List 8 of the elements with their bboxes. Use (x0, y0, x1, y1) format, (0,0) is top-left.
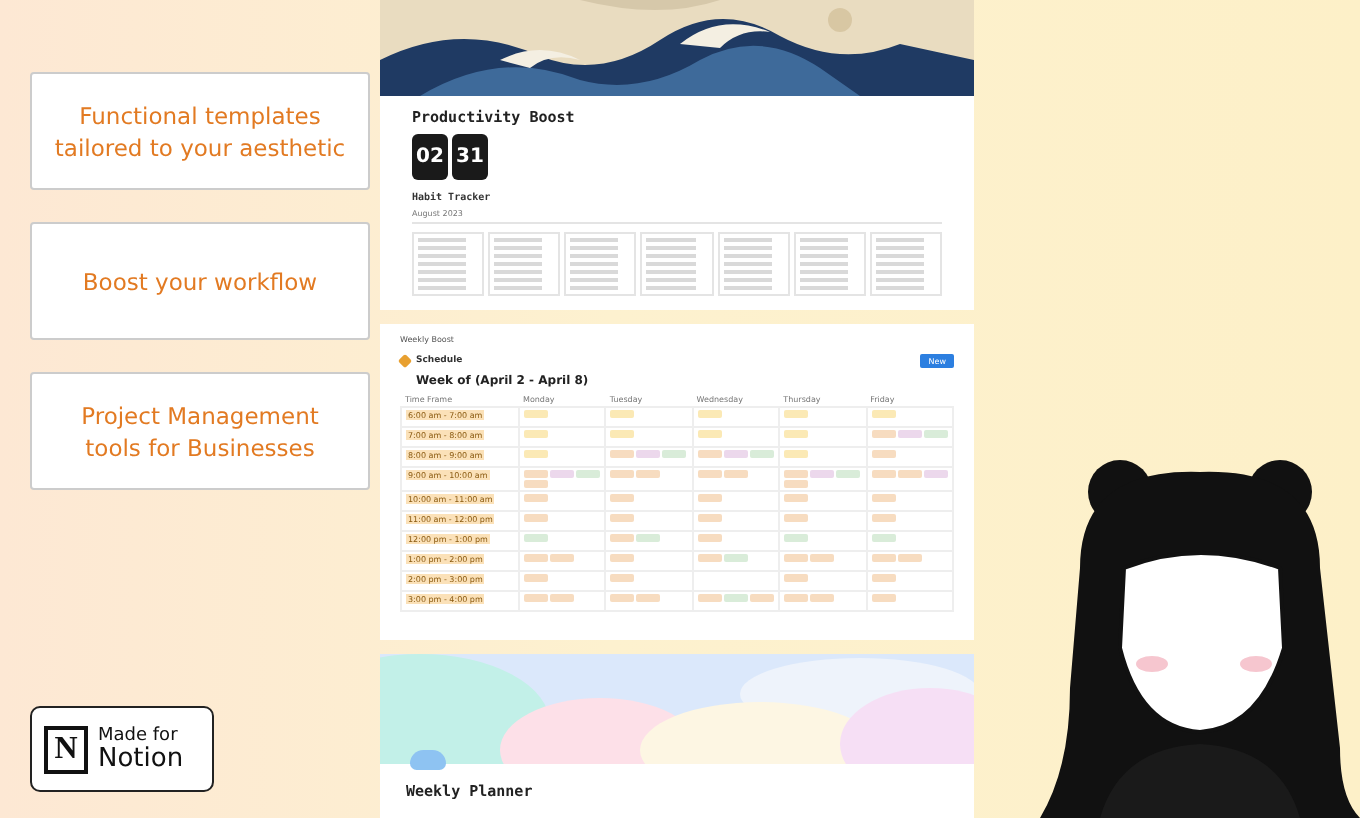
badge-text: Made for Notion (98, 724, 184, 774)
flip-clock-digit: 31 (452, 134, 488, 180)
notion-logo-icon: N (44, 725, 88, 773)
flip-clock-digit: 02 (412, 134, 448, 180)
cloud-icon (410, 750, 446, 770)
feature-card: Functional templates tailored to your aesthetic (30, 72, 370, 190)
feature-card: Project Management tools for Businesses (30, 372, 370, 490)
feature-card: Boost your workflow (30, 222, 370, 340)
